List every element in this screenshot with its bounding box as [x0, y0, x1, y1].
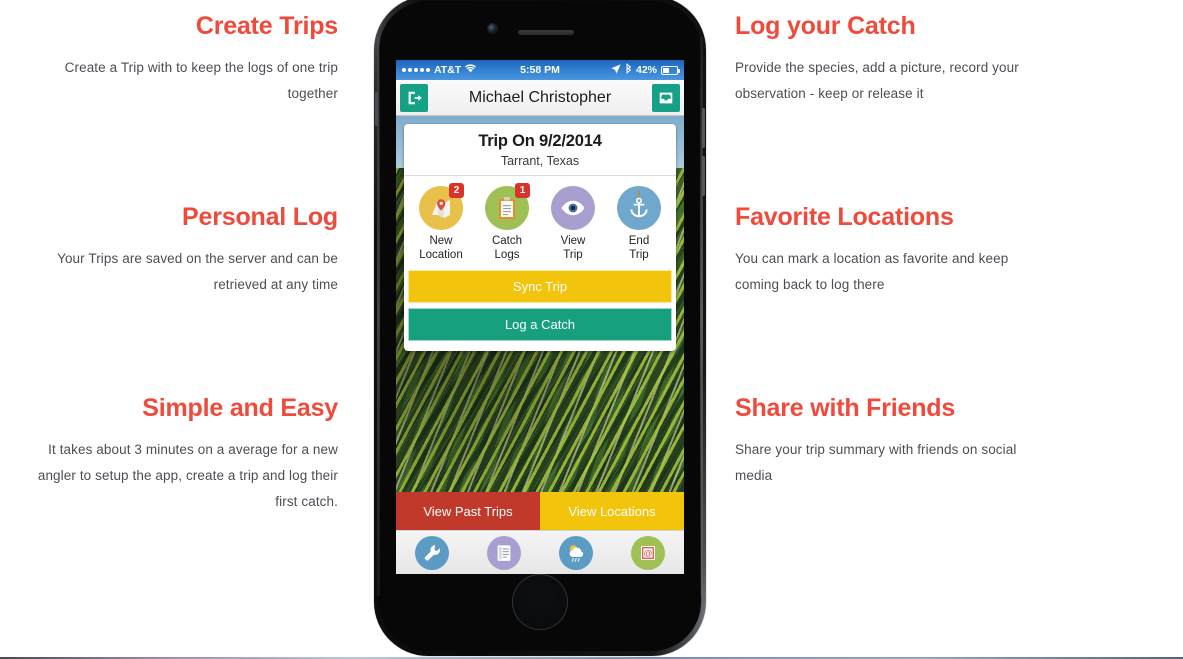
action-catch-logs[interactable]: 1 Catch Logs: [474, 183, 540, 262]
anchor-icon: [617, 186, 661, 230]
feature-log-your-catch: Log your Catch Provide the species, add …: [735, 12, 1047, 107]
volume-up-button[interactable]: [702, 108, 705, 148]
phone-mockup: AT&T 5:58 PM 42% Michael Christopher Tri…: [374, 0, 706, 656]
feature-favorite-locations: Favorite Locations You can mark a locati…: [735, 203, 1047, 298]
action-label-line1: End: [628, 235, 650, 247]
trip-title: Trip On 9/2/2014: [478, 132, 602, 150]
tab-bar: @: [396, 530, 684, 574]
sync-trip-button[interactable]: Sync Trip: [408, 270, 672, 304]
action-label-line1: Catch: [491, 235, 523, 247]
feature-body: Share your trip summary with friends on …: [735, 441, 1017, 484]
feature-simple-and-easy: Simple and Easy It takes about 3 minutes…: [26, 394, 338, 516]
carrier-label: AT&T: [434, 64, 462, 76]
inbox-tray-icon[interactable]: [652, 83, 680, 112]
document-icon[interactable]: [487, 535, 521, 570]
wrench-icon[interactable]: [415, 535, 449, 570]
bluetooth-icon: [625, 63, 632, 77]
feature-body: Your Trips are saved on the server and c…: [57, 250, 338, 293]
trip-location: Tarrant, Texas: [500, 154, 580, 168]
feature-title: Personal Log: [182, 203, 338, 231]
action-view-trip[interactable]: View Trip: [540, 186, 606, 262]
badge-new-location: 2: [449, 183, 464, 198]
battery-percent-label: 42%: [635, 64, 657, 76]
action-label-line2: Trip: [563, 249, 583, 262]
email-stamp-icon[interactable]: @: [631, 535, 665, 570]
action-label-line1: View: [560, 235, 586, 247]
page-title: Michael Christopher: [468, 88, 612, 106]
eye-icon: [551, 186, 595, 230]
battery-icon: [661, 65, 680, 75]
earpiece-speaker-icon: [518, 30, 574, 35]
front-camera-icon: [488, 24, 497, 33]
wifi-icon: [465, 64, 477, 76]
action-label-line2: Trip: [629, 249, 649, 262]
status-bar: AT&T 5:58 PM 42%: [396, 60, 684, 80]
footer-split-buttons: View Past Trips View Locations: [396, 492, 684, 530]
action-label-line2: Location: [419, 249, 463, 262]
volume-down-button[interactable]: [702, 156, 705, 196]
feature-title: Favorite Locations: [735, 203, 954, 231]
power-button[interactable]: [375, 92, 378, 126]
view-past-trips-button[interactable]: View Past Trips: [396, 492, 540, 530]
logout-icon[interactable]: [400, 83, 428, 112]
feature-personal-log: Personal Log Your Trips are saved on the…: [26, 203, 338, 298]
home-button[interactable]: [512, 574, 568, 630]
svg-text:@: @: [644, 548, 653, 558]
feature-body: Provide the species, add a picture, reco…: [735, 59, 1019, 102]
feature-body: It takes about 3 minutes on a average fo…: [37, 441, 338, 510]
page-root: Create Trips Create a Trip with to keep …: [0, 0, 1183, 659]
trip-card-header: Trip On 9/2/2014 Tarrant, Texas: [404, 124, 676, 176]
location-arrow-icon: [611, 63, 621, 77]
action-new-location[interactable]: 2 New Location: [408, 183, 474, 262]
action-label-line1: New: [429, 235, 453, 247]
feature-body: You can mark a location as favorite and …: [735, 250, 1009, 293]
log-a-catch-button[interactable]: Log a Catch: [408, 308, 672, 342]
feature-share-with-friends: Share with Friends Share your trip summa…: [735, 394, 1047, 489]
view-locations-button[interactable]: View Locations: [540, 492, 684, 530]
action-label-line2: Logs: [494, 249, 520, 262]
phone-screen: AT&T 5:58 PM 42% Michael Christopher Tri…: [396, 60, 684, 574]
status-bar-right: 42%: [540, 63, 680, 77]
feature-title: Log your Catch: [735, 12, 916, 40]
feature-title: Create Trips: [195, 12, 338, 40]
action-end-trip[interactable]: End Trip: [606, 186, 672, 262]
app-nav-bar: Michael Christopher: [396, 80, 684, 116]
status-bar-left: AT&T: [402, 64, 540, 76]
trip-card: Trip On 9/2/2014 Tarrant, Texas 2 New Lo…: [404, 124, 676, 352]
trip-card-buttons: Sync Trip Log a Catch: [404, 270, 676, 351]
feature-title: Simple and Easy: [142, 394, 338, 422]
feature-body: Create a Trip with to keep the logs of o…: [64, 59, 338, 102]
signal-dots-icon: [402, 68, 430, 72]
weather-icon[interactable]: [559, 535, 593, 570]
badge-catch-logs: 1: [515, 183, 530, 198]
trip-actions: 2 New Location 1 Catch Logs View Trip En…: [404, 176, 676, 270]
feature-create-trips: Create Trips Create a Trip with to keep …: [26, 12, 339, 107]
feature-title: Share with Friends: [735, 394, 956, 422]
